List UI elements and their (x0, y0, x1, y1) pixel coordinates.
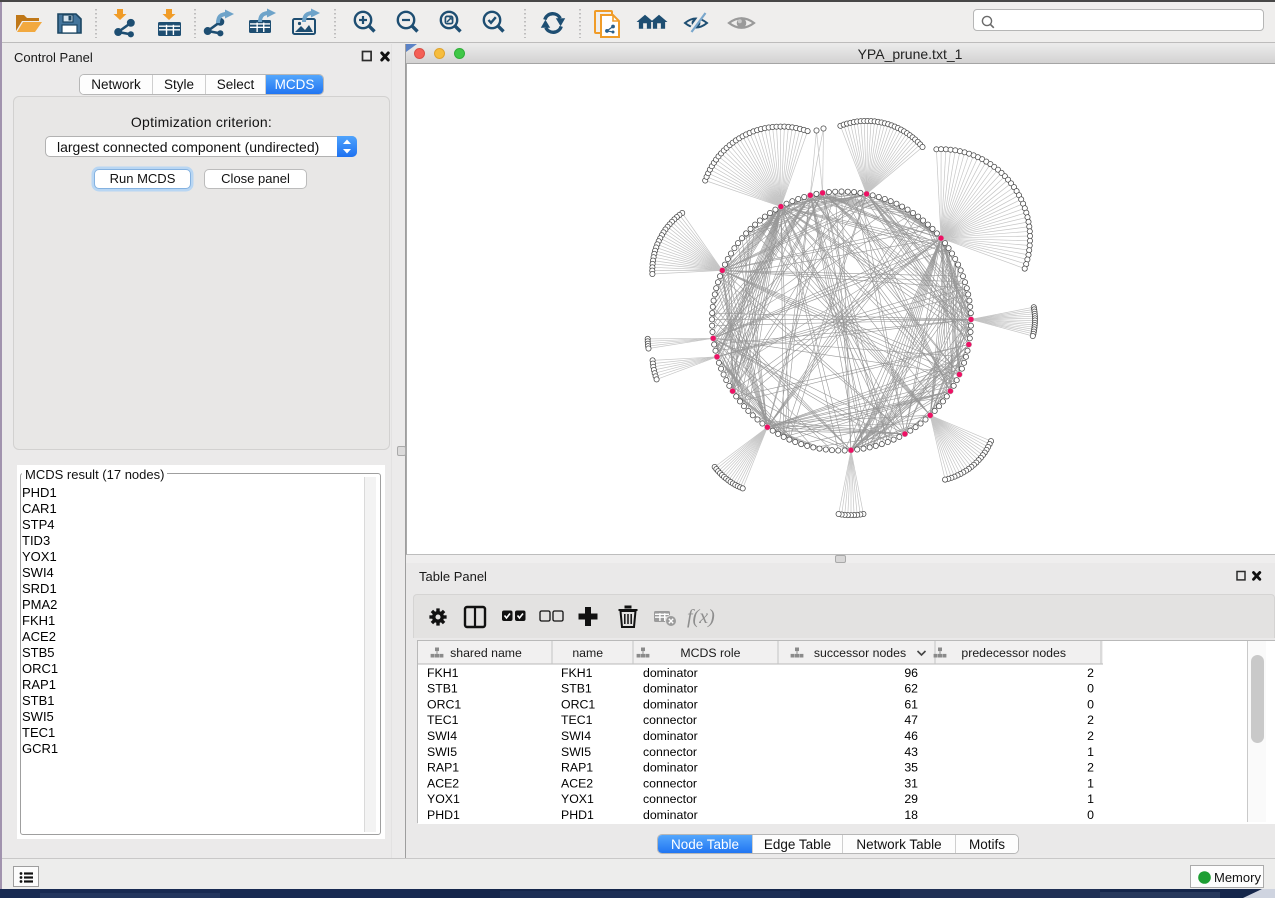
svg-text:successor nodes: successor nodes (814, 646, 906, 660)
svg-text:46: 46 (904, 729, 918, 743)
svg-text:YOX1: YOX1 (561, 792, 594, 806)
svg-text:STB1: STB1 (561, 682, 592, 696)
svg-text:name: name (572, 646, 603, 660)
svg-text:PHD1: PHD1 (427, 808, 460, 822)
svg-text:connector: connector (643, 792, 697, 806)
svg-text:dominator: dominator (643, 666, 698, 680)
svg-text:96: 96 (904, 666, 918, 680)
svg-text:31: 31 (904, 776, 918, 790)
svg-text:RAP1: RAP1 (427, 761, 459, 775)
svg-text:PHD1: PHD1 (561, 808, 594, 822)
svg-text:STB1: STB1 (427, 682, 458, 696)
svg-text:SWI5: SWI5 (427, 745, 457, 759)
svg-text:ORC1: ORC1 (427, 697, 461, 711)
svg-text:43: 43 (904, 745, 918, 759)
svg-text:shared name: shared name (450, 646, 522, 660)
svg-text:SWI5: SWI5 (561, 745, 591, 759)
svg-text:47: 47 (904, 713, 918, 727)
svg-text:ORC1: ORC1 (561, 697, 595, 711)
svg-text:TEC1: TEC1 (427, 713, 459, 727)
svg-text:TEC1: TEC1 (561, 713, 593, 727)
svg-text:MCDS role: MCDS role (680, 646, 740, 660)
svg-text:connector: connector (643, 776, 697, 790)
svg-text:dominator: dominator (643, 761, 698, 775)
svg-text:dominator: dominator (643, 729, 698, 743)
svg-text:2: 2 (1087, 761, 1094, 775)
svg-text:62: 62 (904, 682, 918, 696)
svg-text:Memory: Memory (1214, 870, 1261, 885)
svg-text:FKH1: FKH1 (561, 666, 593, 680)
svg-text:2: 2 (1087, 713, 1094, 727)
svg-text:SWI4: SWI4 (427, 729, 457, 743)
svg-text:predecessor nodes: predecessor nodes (961, 646, 1066, 660)
svg-text:1: 1 (1087, 792, 1094, 806)
svg-text:f(x): f(x) (687, 606, 715, 628)
svg-text:FKH1: FKH1 (427, 666, 459, 680)
svg-text:29: 29 (904, 792, 918, 806)
svg-text:1: 1 (1087, 776, 1094, 790)
svg-text:2: 2 (1087, 666, 1094, 680)
svg-text:0: 0 (1087, 808, 1094, 822)
svg-text:connector: connector (643, 745, 697, 759)
svg-text:dominator: dominator (643, 697, 698, 711)
svg-text:connector: connector (643, 713, 697, 727)
svg-text:61: 61 (904, 697, 918, 711)
svg-text:1: 1 (1087, 745, 1094, 759)
svg-text:dominator: dominator (643, 808, 698, 822)
svg-text:ACE2: ACE2 (427, 776, 459, 790)
svg-text:18: 18 (904, 808, 918, 822)
svg-text:0: 0 (1087, 682, 1094, 696)
svg-text:2: 2 (1087, 729, 1094, 743)
svg-text:dominator: dominator (643, 682, 698, 696)
svg-text:ACE2: ACE2 (561, 776, 593, 790)
svg-text:0: 0 (1087, 697, 1094, 711)
svg-text:RAP1: RAP1 (561, 761, 593, 775)
svg-text:SWI4: SWI4 (561, 729, 591, 743)
svg-text:35: 35 (904, 761, 918, 775)
svg-text:YOX1: YOX1 (427, 792, 460, 806)
